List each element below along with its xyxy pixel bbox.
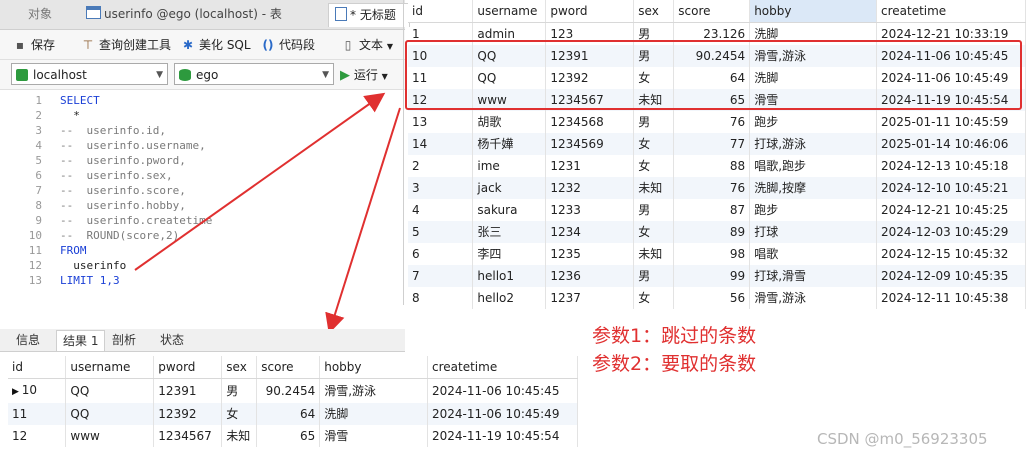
cell-id[interactable]: ▶ 10	[8, 378, 67, 403]
cell-value: www	[70, 429, 100, 443]
cell-score[interactable]: 90.2454	[256, 378, 321, 403]
cell-hobby[interactable]: 滑雪	[319, 425, 428, 447]
column-header-createtime[interactable]: createtime	[427, 356, 578, 379]
cell-sex[interactable]: 未知	[221, 425, 258, 447]
column-header-score[interactable]: score	[256, 356, 321, 379]
cell-value: 女	[226, 407, 239, 421]
cell-username[interactable]: QQ	[65, 378, 155, 403]
tab-info[interactable]: 信息	[10, 330, 46, 350]
cell-value: 90.2454	[265, 384, 316, 398]
result-data-grid[interactable]: id username pword sex score hobby createtime ▶…	[8, 356, 578, 447]
result-grid-view: id username pword sex score hobby createtime ▶…	[8, 356, 578, 447]
cell-value: QQ	[70, 384, 90, 398]
annotation-note-param1: 参数1：跳过的条数	[592, 325, 757, 347]
cell-hobby[interactable]: 滑雪,游泳	[319, 378, 428, 403]
column-header-id[interactable]: id	[8, 356, 67, 379]
cell-value: 10	[21, 383, 38, 397]
column-header-hobby[interactable]: hobby	[319, 356, 428, 379]
cell-createtime[interactable]: 2024-11-06 10:45:45	[427, 378, 578, 403]
cell-value: 1234567	[158, 429, 212, 443]
cell-sex[interactable]: 男	[221, 378, 258, 403]
cell-value: 洗脚	[324, 407, 349, 421]
cell-username[interactable]: www	[65, 425, 155, 447]
cell-value: QQ	[70, 407, 90, 421]
cell-sex[interactable]: 女	[221, 403, 258, 425]
cell-id[interactable]: 12	[8, 425, 67, 447]
cell-value: 12	[12, 429, 28, 443]
cell-pword[interactable]: 12392	[153, 403, 223, 425]
result-tab-bar: 信息 结果 1 剖析 状态	[0, 329, 405, 352]
arrow-to-table	[134, 92, 386, 271]
cell-value: 2024-11-06 10:45:49	[432, 407, 560, 421]
cell-value: 65	[299, 429, 316, 443]
cell-pword[interactable]: 12391	[153, 378, 223, 403]
table-row[interactable]: ▶ 10 QQ 12391 男 90.2454 滑雪,游泳 2024-11-06 10:45…	[8, 378, 578, 403]
column-header-username[interactable]: username	[65, 356, 155, 379]
cell-hobby[interactable]: 洗脚	[319, 403, 428, 425]
cell-username[interactable]: QQ	[65, 403, 155, 425]
column-header-pword[interactable]: pword	[153, 356, 223, 379]
cell-createtime[interactable]: 2024-11-19 10:45:54	[427, 425, 578, 447]
cell-value: 滑雪	[324, 429, 349, 443]
tab-profile[interactable]: 剖析	[106, 330, 142, 350]
tab-result-1[interactable]: 结果 1	[56, 330, 106, 351]
cell-id[interactable]: 11	[8, 403, 67, 425]
cell-score[interactable]: 64	[256, 403, 321, 425]
cell-value: 64	[299, 407, 316, 421]
cell-value: 12392	[158, 407, 197, 421]
cell-value: 12391	[158, 384, 197, 398]
cell-value: 滑雪,游泳	[324, 384, 377, 398]
annotation-note-param2: 参数2：要取的条数	[592, 353, 757, 375]
cell-createtime[interactable]: 2024-11-06 10:45:49	[427, 403, 578, 425]
cell-value: 2024-11-06 10:45:45	[432, 384, 560, 398]
column-header-sex[interactable]: sex	[221, 356, 258, 379]
cell-value: 11	[12, 407, 28, 421]
watermark: CSDN @m0_56923305	[817, 430, 988, 448]
table-row[interactable]: 12 www 1234567 未知 65 滑雪 2024-11-19 10:45:54	[8, 425, 578, 447]
cell-value: 未知	[226, 429, 251, 443]
cell-pword[interactable]: 1234567	[153, 425, 223, 447]
arrow-to-results	[325, 107, 401, 334]
tab-status[interactable]: 状态	[154, 330, 190, 350]
cell-value: 男	[226, 384, 239, 398]
cell-value: 2024-11-19 10:45:54	[432, 429, 560, 443]
current-row-marker-icon: ▶	[12, 387, 22, 397]
table-row[interactable]: 11 QQ 12392 女 64 洗脚 2024-11-06 10:45:49	[8, 403, 578, 425]
cell-score[interactable]: 65	[256, 425, 321, 447]
